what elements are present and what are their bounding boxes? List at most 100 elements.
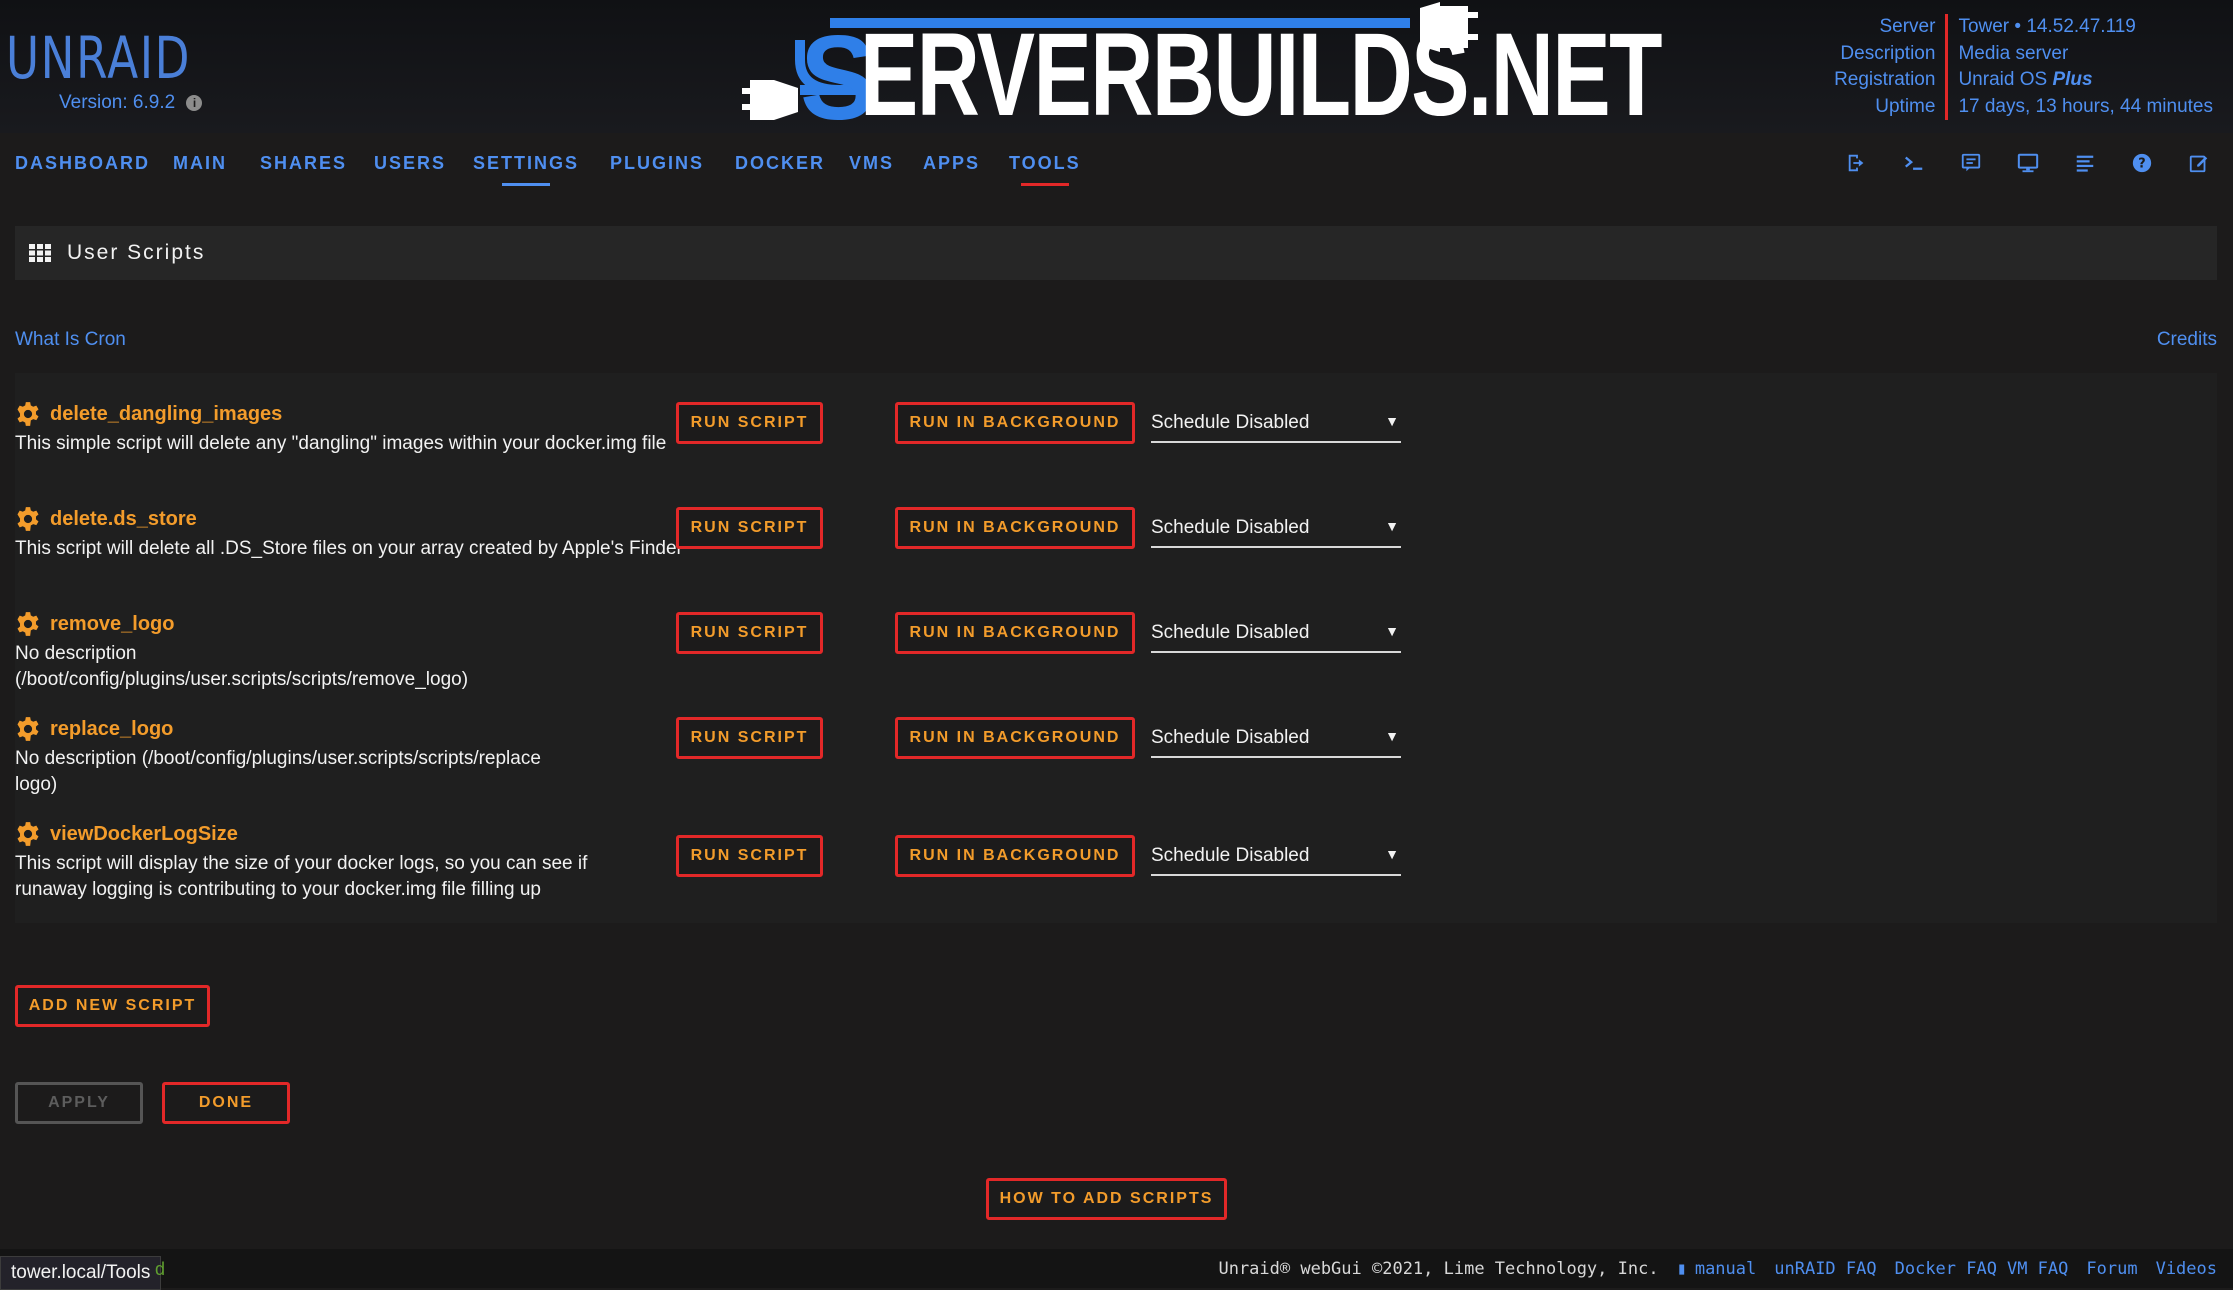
add-new-script-button[interactable]: ADD NEW SCRIPT: [15, 985, 210, 1027]
nav-plugins[interactable]: PLUGINS: [610, 153, 704, 174]
script-description: No description (/boot/config/plugins/use…: [15, 643, 469, 690]
run-in-background-button[interactable]: RUN IN BACKGROUND: [895, 717, 1135, 759]
footer-link-forum[interactable]: Forum: [2086, 1259, 2137, 1279]
nav-apps[interactable]: APPS: [923, 153, 980, 174]
done-button[interactable]: DONE: [162, 1082, 290, 1124]
run-script-button[interactable]: RUN SCRIPT: [676, 612, 823, 654]
run-in-background-button[interactable]: RUN IN BACKGROUND: [895, 507, 1135, 549]
footer-link-vm-faq[interactable]: VM FAQ: [2007, 1259, 2068, 1279]
run-in-background-button[interactable]: RUN IN BACKGROUND: [895, 835, 1135, 877]
gear-icon[interactable]: [15, 716, 41, 742]
version-text: Version: 6.9.2: [59, 92, 176, 113]
schedule-select[interactable]: Schedule Disabled ▼: [1151, 615, 1401, 653]
script-description: This script will display the size of you…: [15, 853, 588, 900]
schedule-select[interactable]: Schedule Disabled ▼: [1151, 838, 1401, 876]
caret-down-icon: ▼: [1385, 846, 1399, 862]
footer-link-docker-faq[interactable]: Docker FAQ: [1895, 1259, 1997, 1279]
script-row: replace_logo No description (/boot/confi…: [15, 702, 2217, 807]
script-name[interactable]: delete.ds_store: [15, 506, 197, 532]
nav-shares[interactable]: SHARES: [260, 153, 347, 174]
page-title: User Scripts: [67, 241, 206, 264]
footer-link-videos[interactable]: Videos: [2156, 1259, 2217, 1279]
unraid-logo[interactable]: UNRAID: [6, 24, 191, 92]
schedule-select[interactable]: Schedule Disabled ▼: [1151, 720, 1401, 758]
script-name[interactable]: viewDockerLogSize: [15, 821, 238, 847]
status-text: d: [155, 1259, 166, 1279]
uptime-label: Uptime: [1875, 95, 1936, 117]
run-script-button[interactable]: RUN SCRIPT: [676, 835, 823, 877]
nav-dashboard[interactable]: DASHBOARD: [15, 153, 150, 174]
schedule-value: Schedule Disabled: [1151, 517, 1310, 538]
nav-vms[interactable]: VMS: [849, 153, 894, 174]
script-name[interactable]: remove_logo: [15, 611, 174, 637]
nav-main[interactable]: MAIN: [173, 153, 227, 174]
run-in-background-button[interactable]: RUN IN BACKGROUND: [895, 612, 1135, 654]
script-name-label: delete_dangling_images: [50, 402, 283, 425]
schedule-value: Schedule Disabled: [1151, 727, 1310, 748]
schedule-value: Schedule Disabled: [1151, 845, 1310, 866]
info-icon[interactable]: i: [186, 95, 203, 111]
server-label: Server: [1879, 16, 1936, 37]
server-name: Tower • 14.52.47.119: [1958, 16, 2136, 37]
apply-button[interactable]: APPLY: [15, 1082, 143, 1124]
caret-down-icon: ▼: [1385, 413, 1399, 429]
script-row: remove_logo No description (/boot/config…: [15, 597, 2217, 702]
registration-label: Registration: [1834, 69, 1936, 90]
footer: tower.local/Tools d Unraid® webGui ©2021…: [0, 1249, 2233, 1290]
schedule-select[interactable]: Schedule Disabled ▼: [1151, 405, 1401, 443]
run-script-button[interactable]: RUN SCRIPT: [676, 402, 823, 444]
book-icon: ▮: [1676, 1259, 1687, 1279]
script-description: No description (/boot/config/plugins/use…: [15, 748, 541, 795]
nav-icon-bar: ?: [1843, 151, 2213, 175]
script-name[interactable]: delete_dangling_images: [15, 401, 282, 427]
script-name-label: remove_logo: [50, 612, 175, 635]
terminal-icon[interactable]: [1900, 151, 1928, 175]
footer-link-unraid-faq[interactable]: unRAID FAQ: [1774, 1259, 1876, 1279]
what-is-cron-link[interactable]: What Is Cron: [15, 329, 126, 351]
gear-icon[interactable]: [15, 611, 41, 637]
schedule-select[interactable]: Schedule Disabled ▼: [1151, 510, 1401, 548]
version-label: Version: 6.9.2 i: [59, 92, 203, 114]
help-icon[interactable]: ?: [2128, 151, 2156, 175]
nav-docker[interactable]: DOCKER: [735, 153, 825, 174]
log-icon[interactable]: [2071, 151, 2099, 175]
credits-link[interactable]: Credits: [2157, 329, 2217, 351]
caret-down-icon: ▼: [1385, 623, 1399, 639]
nav-users[interactable]: USERS: [374, 153, 446, 174]
copyright-text: Unraid® webGui ©2021, Lime Technology, I…: [1218, 1259, 1659, 1279]
run-in-background-button[interactable]: RUN IN BACKGROUND: [895, 402, 1135, 444]
script-row: delete_dangling_images This simple scrip…: [15, 387, 2217, 492]
script-row: viewDockerLogSize This script will displ…: [15, 807, 2217, 912]
monitor-icon[interactable]: [2014, 151, 2042, 175]
registration-value[interactable]: Unraid OS Plus: [1958, 67, 2213, 94]
feedback-icon[interactable]: [1957, 151, 1985, 175]
banner-title: ERVERBUILDS.NET: [860, 9, 1662, 141]
main-nav: DASHBOARD MAIN SHARES USERS SETTINGS PLU…: [0, 133, 2233, 193]
nav-settings[interactable]: SETTINGS: [473, 153, 579, 174]
footer-link-manual[interactable]: manual: [1695, 1259, 1756, 1279]
script-name[interactable]: replace_logo: [15, 716, 173, 742]
svg-text:?: ?: [2138, 157, 2145, 172]
status-bar-url: tower.local/Tools: [0, 1256, 162, 1290]
server-info: Server Description Registration Uptime T…: [1834, 14, 2213, 120]
gear-icon[interactable]: [15, 401, 41, 427]
server-info-values: Tower • 14.52.47.119 Media server Unraid…: [1948, 14, 2213, 120]
schedule-value: Schedule Disabled: [1151, 622, 1310, 643]
run-script-button[interactable]: RUN SCRIPT: [676, 507, 823, 549]
gear-icon[interactable]: [15, 506, 41, 532]
schedule-value: Schedule Disabled: [1151, 412, 1310, 433]
script-description: This script will delete all .DS_Store fi…: [15, 538, 683, 559]
registration-prefix: Unraid OS: [1958, 69, 2053, 90]
gear-icon[interactable]: [15, 821, 41, 847]
run-script-button[interactable]: RUN SCRIPT: [676, 717, 823, 759]
script-name-label: delete.ds_store: [50, 507, 197, 530]
logout-icon[interactable]: [1843, 151, 1871, 175]
grid-icon: [29, 244, 51, 262]
how-to-add-scripts-button[interactable]: HOW TO ADD SCRIPTS: [986, 1178, 1227, 1220]
scripts-table: delete_dangling_images This simple scrip…: [15, 373, 2217, 923]
nav-tools[interactable]: TOOLS: [1009, 153, 1081, 174]
server-info-labels: Server Description Registration Uptime: [1834, 14, 1949, 120]
caret-down-icon: ▼: [1385, 518, 1399, 534]
header: UNRAID Version: 6.9.2 i S ERVERBUILDS.NE…: [0, 0, 2233, 141]
notes-icon[interactable]: [2185, 151, 2213, 175]
